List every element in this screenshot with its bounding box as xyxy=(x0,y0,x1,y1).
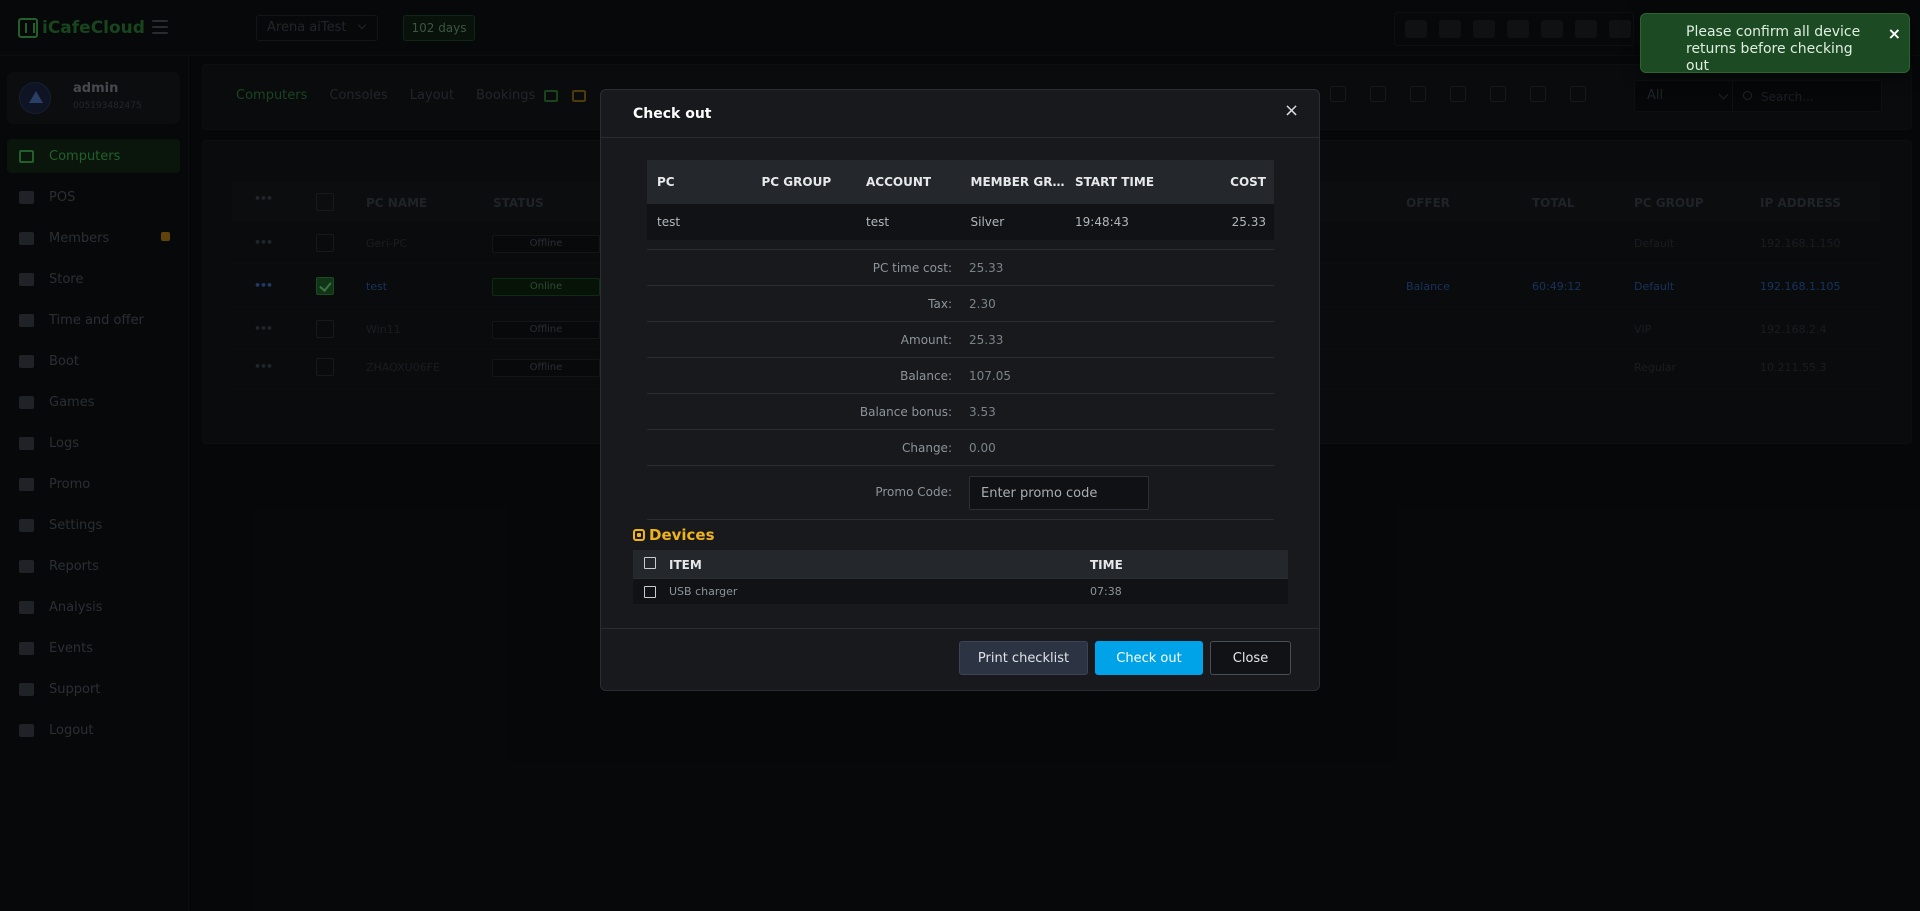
toast-close-icon[interactable]: × xyxy=(1888,24,1901,43)
checkout-dialog: Check out × PC PC GROUP ACCOUNT MEMBER G… xyxy=(600,89,1320,691)
toast-notification: Please confirm all device returns before… xyxy=(1640,13,1910,74)
field-value: 3.53 xyxy=(969,405,996,419)
field-value: 25.33 xyxy=(969,261,1004,275)
field-value: 0.00 xyxy=(969,441,996,455)
pc-time-cost-row: PC time cost: 25.33 xyxy=(647,250,1274,286)
column-header: ITEM xyxy=(669,558,702,572)
column-header: START TIME xyxy=(1075,175,1155,189)
promo-code-input[interactable] xyxy=(969,476,1149,510)
field-label: PC time cost: xyxy=(872,261,952,275)
devices-table: ITEM TIME USB charger 07:38 xyxy=(633,550,1288,604)
close-button[interactable]: Close xyxy=(1210,641,1291,675)
dialog-title: Check out xyxy=(633,106,712,122)
session-summary-table: PC PC GROUP ACCOUNT MEMBER GROUP START T… xyxy=(647,160,1274,250)
print-checklist-button[interactable]: Print checklist xyxy=(959,641,1088,675)
cost-cell: 25.33 xyxy=(1231,215,1266,229)
member-group-cell: Silver xyxy=(970,215,1005,229)
column-header: TIME xyxy=(1090,558,1123,572)
field-value: 107.05 xyxy=(969,369,1011,383)
device-item: USB charger xyxy=(669,585,738,598)
divider xyxy=(647,240,1274,250)
device-checkbox[interactable] xyxy=(644,586,656,598)
amount-row: Amount: 25.33 xyxy=(647,322,1274,358)
column-header: COST xyxy=(1230,175,1266,189)
device-time: 07:38 xyxy=(1090,585,1122,598)
account-cell: test xyxy=(866,215,890,229)
column-header: ACCOUNT xyxy=(866,175,932,189)
devices-header-row: ITEM TIME xyxy=(633,550,1288,578)
field-label: Change: xyxy=(902,441,952,455)
start-time-cell: 19:48:43 xyxy=(1075,215,1129,229)
field-label: Balance bonus: xyxy=(859,405,952,419)
dialog-header: Check out × xyxy=(601,90,1319,138)
column-header: PC xyxy=(657,175,675,189)
column-header: MEMBER GROUP xyxy=(970,175,1066,189)
check-out-button[interactable]: Check out xyxy=(1095,641,1203,675)
field-label: Balance: xyxy=(900,369,952,383)
tax-row: Tax: 2.30 xyxy=(647,286,1274,322)
field-value: 2.30 xyxy=(969,297,996,311)
column-header: PC GROUP xyxy=(761,175,832,189)
pc-cell: test xyxy=(657,215,681,229)
field-label: Promo Code: xyxy=(875,485,952,499)
balance-bonus-row: Balance bonus: 3.53 xyxy=(647,394,1274,430)
device-row: USB charger 07:38 xyxy=(633,578,1288,604)
balance-row: Balance: 107.05 xyxy=(647,358,1274,394)
summary-header-row: PC PC GROUP ACCOUNT MEMBER GROUP START T… xyxy=(647,160,1274,204)
field-value: 25.33 xyxy=(969,333,1004,347)
field-label: Amount: xyxy=(900,333,952,347)
toast-message: Please confirm all device returns before… xyxy=(1686,24,1861,74)
summary-row: test test Silver 19:48:43 25.33 xyxy=(647,204,1274,240)
box-icon xyxy=(633,529,645,541)
devices-section-title: Devices xyxy=(633,526,715,544)
select-all-devices-checkbox[interactable] xyxy=(644,557,656,569)
field-label: Tax: xyxy=(928,297,952,311)
promo-code-row: Promo Code: xyxy=(647,466,1274,520)
close-icon[interactable]: × xyxy=(1284,100,1299,121)
devices-title-text: Devices xyxy=(649,526,715,544)
dialog-footer: Print checklist Check out Close xyxy=(601,628,1319,690)
change-row: Change: 0.00 xyxy=(647,430,1274,466)
